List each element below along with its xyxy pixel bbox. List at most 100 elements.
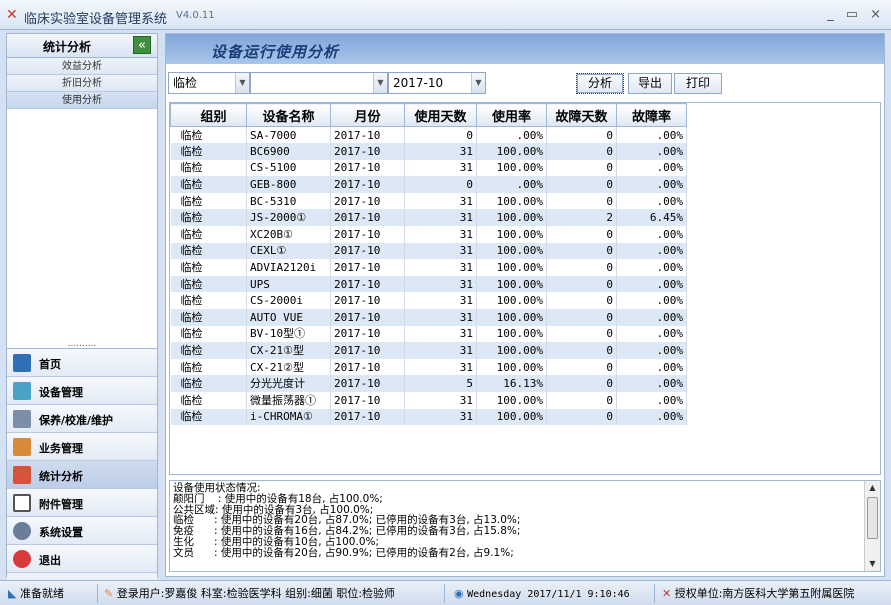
table-row[interactable]: 临检 CEXL① 2017-10 31 100.00% 0.00% [170,242,687,260]
cell-month[interactable]: 2017-10 [330,126,405,144]
maximize-button[interactable]: ▭ [846,7,858,22]
cell-usage-days[interactable]: 31 [404,392,477,409]
nav-maintenance[interactable]: 保养/校准/维护 [7,405,157,433]
cell-usage-days[interactable]: 5 [404,375,477,392]
cell-usage-days[interactable]: 0 [404,176,477,193]
table-row[interactable]: 临检 BC6900 2017-10 31 100.00% 0.00% [170,143,687,160]
col-header-group[interactable]: 组别 [170,103,247,127]
cell-month[interactable]: 2017-10 [330,342,405,359]
cell-fault-days[interactable]: 0 [546,192,617,210]
cell-device-name[interactable]: ADVIA2120i [246,259,331,276]
cell-usage-days[interactable]: 31 [404,325,477,343]
cell-usage-days[interactable]: 31 [404,358,477,376]
cell-fault-rate[interactable]: .00% [616,192,687,210]
cell-device-name[interactable]: XC20B① [246,226,331,243]
cell-usage-days[interactable]: 0 [404,126,477,144]
cell-month[interactable]: 2017-10 [330,226,405,243]
cell-usage-rate[interactable]: 100.00% [476,309,547,326]
col-header-fault-rate[interactable]: 故障率 [616,103,687,127]
cell-fault-days[interactable]: 2 [546,209,617,227]
cell-fault-days[interactable]: 0 [546,176,617,193]
cell-month[interactable]: 2017-10 [330,209,405,227]
cell-fault-rate[interactable]: .00% [616,226,687,243]
cell-month[interactable]: 2017-10 [330,375,405,392]
cell-fault-rate[interactable]: .00% [616,242,687,260]
cell-device-name[interactable]: UPS [246,275,331,293]
minimize-button[interactable]: _ [827,7,834,22]
cell-group[interactable]: 临检 [170,275,247,293]
cell-month[interactable]: 2017-10 [330,143,405,160]
analyze-button[interactable]: 分析 [576,73,624,94]
device-select[interactable]: ▼ [250,72,388,94]
sidebar-subitem-depreciation[interactable]: 折旧分析 [7,75,157,92]
nav-attachments[interactable]: 附件管理 [7,489,157,517]
cell-device-name[interactable]: CS-5100 [246,159,331,177]
cell-fault-days[interactable]: 0 [546,292,617,310]
cell-fault-days[interactable]: 0 [546,325,617,343]
cell-usage-days[interactable]: 31 [404,275,477,293]
cell-usage-rate[interactable]: .00% [476,176,547,193]
cell-device-name[interactable]: CS-2000i [246,292,331,310]
cell-fault-days[interactable]: 0 [546,392,617,409]
col-header-month[interactable]: 月份 [330,103,405,127]
cell-usage-rate[interactable]: 100.00% [476,143,547,160]
col-header-usage-rate[interactable]: 使用率 [476,103,547,127]
cell-fault-days[interactable]: 0 [546,309,617,326]
cell-device-name[interactable]: CEXL① [246,242,331,260]
cell-usage-rate[interactable]: 100.00% [476,342,547,359]
cell-usage-rate[interactable]: 100.00% [476,358,547,376]
table-row[interactable]: 临检 i-CHROMA① 2017-10 31 100.00% 0.00% [170,408,687,426]
cell-month[interactable]: 2017-10 [330,358,405,376]
cell-usage-rate[interactable]: 100.00% [476,408,547,426]
table-row[interactable]: 临检 JS-2000① 2017-10 31 100.00% 2 6.45% [170,209,687,227]
close-button[interactable]: × [870,7,881,22]
cell-usage-days[interactable]: 31 [404,159,477,177]
cell-group[interactable]: 临检 [170,342,247,359]
cell-device-name[interactable]: JS-2000① [246,209,331,227]
table-row[interactable]: 临检 AUTO VUE 2017-10 31 100.00% 0.00% [170,309,687,326]
double-chevron-left-icon[interactable]: « [133,36,151,54]
table-row[interactable]: 临检 分光光度计 2017-10 5 16.13% 0.00% [170,375,687,392]
status-scrollbar[interactable]: ▲ ▼ [864,481,880,571]
cell-group[interactable]: 临检 [170,192,247,210]
table-row[interactable]: 临检 CS-5100 2017-10 31 100.00% 0.00% [170,159,687,177]
cell-fault-rate[interactable]: .00% [616,342,687,359]
table-row[interactable]: 临检 CX-21②型 2017-10 31 100.00% 0.00% [170,358,687,376]
cell-usage-days[interactable]: 31 [404,408,477,426]
cell-usage-rate[interactable]: 100.00% [476,325,547,343]
cell-usage-rate[interactable]: .00% [476,126,547,144]
table-row[interactable]: 临检 CS-2000i 2017-10 31 100.00% 0.00% [170,292,687,310]
dropdown-arrow-icon[interactable]: ▼ [471,73,485,93]
cell-fault-days[interactable]: 0 [546,408,617,426]
print-button[interactable]: 打印 [674,73,722,94]
cell-fault-rate[interactable]: .00% [616,126,687,144]
cell-fault-rate[interactable]: .00% [616,292,687,310]
nav-statistics[interactable]: 统计分析 [7,461,157,489]
cell-device-name[interactable]: i-CHROMA① [246,408,331,426]
cell-month[interactable]: 2017-10 [330,309,405,326]
nav-exit[interactable]: 退出 [7,545,157,573]
cell-usage-days[interactable]: 31 [404,209,477,227]
sidebar-splitter[interactable]: .......... [7,339,157,349]
cell-usage-rate[interactable]: 100.00% [476,192,547,210]
cell-fault-days[interactable]: 0 [546,143,617,160]
cell-fault-rate[interactable]: .00% [616,143,687,160]
nav-business[interactable]: 业务管理 [7,433,157,461]
month-select[interactable]: 2017-10 ▼ [388,72,486,94]
cell-month[interactable]: 2017-10 [330,259,405,276]
cell-group[interactable]: 临检 [170,309,247,326]
export-button[interactable]: 导出 [628,73,672,94]
cell-month[interactable]: 2017-10 [330,292,405,310]
scroll-thumb[interactable] [867,497,878,539]
cell-month[interactable]: 2017-10 [330,408,405,426]
cell-group[interactable]: 临检 [170,408,247,426]
cell-usage-days[interactable]: 31 [404,259,477,276]
cell-fault-days[interactable]: 0 [546,358,617,376]
cell-month[interactable]: 2017-10 [330,325,405,343]
cell-group[interactable]: 临检 [170,209,247,227]
nav-settings[interactable]: 系统设置 [7,517,157,545]
cell-usage-days[interactable]: 31 [404,342,477,359]
cell-fault-rate[interactable]: .00% [616,309,687,326]
cell-usage-rate[interactable]: 100.00% [476,226,547,243]
cell-device-name[interactable]: 分光光度计 [246,375,331,392]
